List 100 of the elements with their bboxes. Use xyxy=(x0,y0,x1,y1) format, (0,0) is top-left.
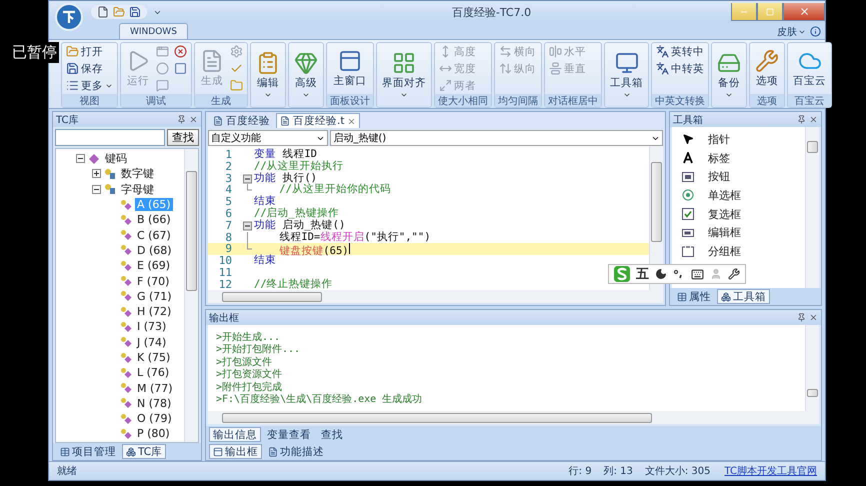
ribbon-button[interactable]: 保存 xyxy=(64,60,115,77)
ribbon-button[interactable]: 界面对齐 xyxy=(379,50,429,100)
tree-item[interactable]: 数字键 xyxy=(119,166,156,182)
ribbon-button[interactable]: 工具箱 xyxy=(607,50,646,100)
vertical-scrollbar[interactable] xyxy=(805,127,819,288)
website-link[interactable]: TC脚本开发工具官网 xyxy=(716,464,825,478)
help-icon[interactable] xyxy=(810,26,821,37)
toolbox-item[interactable]: 标签 xyxy=(708,150,730,166)
panel-tab[interactable]: 工具箱 xyxy=(717,289,770,304)
panel-tab[interactable]: TC库 xyxy=(122,444,166,459)
textbox-icon xyxy=(682,226,694,239)
ribbon-button[interactable]: 英转中 xyxy=(654,43,706,60)
line-number: 12 xyxy=(218,278,232,290)
input-mode-label[interactable]: 五 xyxy=(636,265,649,283)
horizontal-scrollbar[interactable] xyxy=(208,290,663,303)
status-text: 就绪 xyxy=(57,464,77,478)
toolbox-item[interactable]: 按钮 xyxy=(708,169,730,184)
toolbox-item[interactable]: 指针 xyxy=(708,132,730,147)
ribbon-button[interactable]: 打开 xyxy=(64,43,115,60)
output-tab[interactable]: 输出信息 xyxy=(209,427,261,442)
wrench-icon[interactable] xyxy=(728,268,740,280)
pin-icon[interactable] xyxy=(177,115,186,124)
toolbox-item[interactable]: 复选框 xyxy=(708,206,741,222)
document-tab[interactable]: 百度经验 xyxy=(209,113,274,128)
tree-item[interactable]: J (74) xyxy=(135,336,168,349)
output-line: >附件打包完成 xyxy=(216,380,284,392)
search-field[interactable] xyxy=(55,129,165,146)
output-tab[interactable]: 变量查看 xyxy=(263,427,315,442)
radio-icon xyxy=(682,189,694,202)
maximize-button[interactable] xyxy=(757,3,783,21)
close-icon[interactable] xyxy=(189,115,198,124)
pin-icon[interactable] xyxy=(797,313,806,322)
ribbon-button[interactable]: 主窗口 xyxy=(329,43,371,94)
new-file-icon[interactable] xyxy=(97,6,109,18)
function-dropdown[interactable]: 启动_热键() xyxy=(330,130,663,146)
ribbon-button[interactable]: 更多 xyxy=(64,77,115,94)
tree-item[interactable]: O (79) xyxy=(135,412,174,426)
search-button[interactable]: 查找 xyxy=(167,129,199,146)
moon-icon[interactable] xyxy=(655,268,667,280)
toolbox-item[interactable]: 单选框 xyxy=(708,188,741,203)
tree-item[interactable]: N (78) xyxy=(135,396,174,410)
tree-item[interactable]: F (70) xyxy=(135,274,172,288)
line-number: 7 xyxy=(224,220,232,232)
toolbox-item[interactable]: 编辑框 xyxy=(708,225,741,240)
group-label: 均匀间隔 xyxy=(495,94,541,107)
punctuation-icon[interactable] xyxy=(673,268,685,280)
fold-icon[interactable] xyxy=(242,220,252,232)
close-icon[interactable] xyxy=(347,116,356,126)
close-icon[interactable] xyxy=(809,115,818,124)
ribbon-button[interactable]: 中转英 xyxy=(654,60,706,77)
ribbon-button[interactable]: 百宝云 xyxy=(790,43,829,94)
ribbon-button[interactable]: 高级 xyxy=(291,50,321,100)
tree-item[interactable]: D (68) xyxy=(135,244,174,257)
output-tab[interactable]: 查找 xyxy=(317,427,347,442)
document-tab[interactable]: 百度经验.t xyxy=(276,113,360,128)
scope-dropdown[interactable]: 自定义功能 xyxy=(208,130,328,146)
caret-icon xyxy=(400,91,408,99)
vertical-scrollbar[interactable] xyxy=(805,325,819,411)
tree-item[interactable]: B (66) xyxy=(135,213,173,226)
ribbon-button[interactable]: 备份 xyxy=(714,50,744,100)
tree-item[interactable]: K (75) xyxy=(135,351,172,364)
horizontal-scrollbar[interactable] xyxy=(208,411,819,424)
skin-menu[interactable]: 皮肤 xyxy=(775,24,808,39)
save-icon[interactable] xyxy=(129,6,141,18)
tree-item[interactable]: G (71) xyxy=(135,290,174,303)
collapse-icon[interactable] xyxy=(92,184,101,194)
ribbon-button[interactable]: 选项 xyxy=(752,43,782,94)
tree-item[interactable]: 键码 xyxy=(103,151,129,166)
tree-item[interactable]: P (80) xyxy=(135,427,172,440)
panel-tab[interactable]: 输出框 xyxy=(209,444,262,459)
tree-item[interactable]: I (73) xyxy=(135,320,168,334)
ribbon-button[interactable]: 编辑 xyxy=(253,50,283,100)
panel-tab[interactable]: 功能描述 xyxy=(264,444,328,459)
close-button[interactable] xyxy=(783,3,825,21)
panel-tab[interactable]: 项目管理 xyxy=(56,444,120,459)
collapse-icon[interactable] xyxy=(76,154,85,164)
panel-title: 工具箱 xyxy=(673,114,703,126)
vertical-scrollbar[interactable] xyxy=(184,149,198,442)
pin-icon[interactable] xyxy=(797,115,806,124)
tree-item[interactable]: H (72) xyxy=(135,305,174,318)
tool-button[interactable] xyxy=(172,43,189,60)
panel-tab[interactable]: 属性 xyxy=(673,289,715,304)
key-item-icon xyxy=(120,198,132,211)
node-group-icon xyxy=(104,168,116,180)
tool-button[interactable] xyxy=(172,60,189,77)
keyboard-icon[interactable] xyxy=(691,268,704,280)
tree-item[interactable]: 字母键 xyxy=(119,182,156,197)
app-logo-icon[interactable] xyxy=(55,3,83,31)
close-icon[interactable] xyxy=(809,313,818,322)
expand-icon[interactable] xyxy=(92,169,101,178)
ribbon-tab[interactable]: WINDOWS xyxy=(119,23,188,39)
toolbox-item[interactable]: 分组框 xyxy=(708,244,741,259)
fold-icon[interactable] xyxy=(242,172,252,185)
tree-item[interactable]: E (69) xyxy=(135,259,172,272)
tree-item[interactable]: M (77) xyxy=(135,382,175,395)
minimize-button[interactable] xyxy=(731,3,757,21)
code-text: 结束 xyxy=(254,196,276,208)
tree-item[interactable]: C (67) xyxy=(135,228,173,242)
tree-item[interactable]: L (76) xyxy=(135,366,172,380)
window-icon xyxy=(156,45,169,58)
